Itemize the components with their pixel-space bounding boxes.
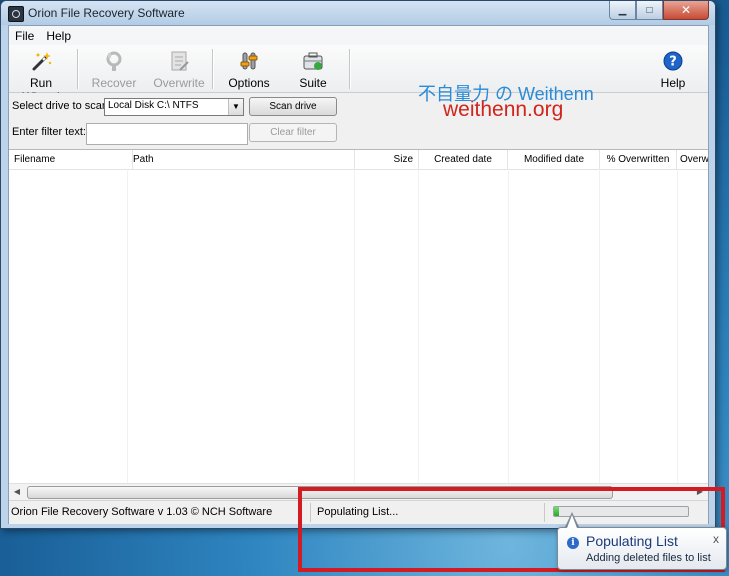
toolbar-separator: [212, 49, 214, 89]
menu-help[interactable]: Help: [40, 26, 77, 45]
column-filename[interactable]: Filename: [9, 150, 133, 169]
menu-file[interactable]: File: [9, 26, 40, 45]
svg-text:?: ?: [669, 55, 677, 70]
title-bar: Orion File Recovery Software ▁ □ ✕: [1, 1, 715, 25]
maximize-icon: □: [646, 4, 653, 16]
balloon-title: Populating List: [586, 533, 678, 549]
drive-select[interactable]: Local Disk C:\ NTFS ▼: [104, 98, 244, 116]
column-divider: [127, 169, 128, 484]
overwrite-icon: [171, 51, 189, 71]
suite-label: Suite: [299, 76, 327, 90]
status-version: Orion File Recovery Software v 1.03 © NC…: [11, 506, 273, 518]
column-divider: [354, 169, 355, 484]
menu-bar: File Help: [9, 26, 708, 45]
suite-icon: [303, 52, 323, 70]
close-icon: ✕: [680, 3, 692, 17]
close-button[interactable]: ✕: [663, 1, 709, 20]
scroll-left-icon[interactable]: ◀: [9, 484, 25, 500]
toolbar-separator: [349, 49, 351, 89]
minimize-button[interactable]: ▁: [609, 1, 636, 20]
balloon-tail-inner: [567, 515, 577, 528]
toolbar: Run Wizard Recover Overwr: [9, 45, 708, 104]
column-overwrite[interactable]: Overw: [678, 150, 708, 169]
filter-label: Enter filter text:: [12, 126, 86, 138]
balloon-text: Adding deleted files to list: [586, 552, 711, 564]
client-area: File Help Run Wizard: [8, 25, 709, 524]
help-button[interactable]: ? Help: [642, 48, 704, 90]
overwrite-button[interactable]: Overwrite: [148, 48, 210, 90]
drive-label: Select drive to scan:: [12, 100, 112, 112]
options-icon: [240, 52, 258, 70]
app-icon: [8, 6, 24, 22]
column-divider: [677, 169, 678, 484]
column-overwritten[interactable]: % Overwritten: [600, 150, 677, 169]
column-divider: [599, 169, 600, 484]
column-divider: [508, 169, 509, 484]
maximize-button[interactable]: □: [636, 1, 663, 20]
notification-balloon[interactable]: i Populating List Adding deleted files t…: [557, 527, 727, 570]
recover-icon: [106, 51, 122, 71]
scan-drive-button[interactable]: Scan drive: [249, 97, 337, 116]
app-window: Orion File Recovery Software ▁ □ ✕ File …: [0, 0, 716, 529]
toolbar-separator: [77, 49, 79, 89]
wand-icon: [32, 52, 52, 71]
drive-select-value: Local Disk C:\ NTFS: [108, 100, 199, 111]
suite-button[interactable]: Suite: [282, 48, 344, 90]
help-icon: ?: [663, 51, 683, 71]
column-size[interactable]: Size: [355, 150, 419, 169]
column-divider: [418, 169, 419, 484]
minimize-icon: ▁: [618, 4, 627, 16]
options-label: Options: [228, 76, 270, 90]
list-header: Filename Path Size Created date Modified…: [9, 150, 708, 170]
column-path[interactable]: Path: [133, 150, 355, 169]
chevron-down-icon: ▼: [228, 99, 243, 115]
column-modified-date[interactable]: Modified date: [509, 150, 600, 169]
file-list[interactable]: Filename Path Size Created date Modified…: [9, 149, 708, 484]
recover-button[interactable]: Recover: [83, 48, 145, 90]
overwrite-label: Overwrite: [153, 76, 205, 90]
recover-label: Recover: [91, 76, 137, 90]
scan-controls: Select drive to scan: Local Disk C:\ NTF…: [9, 93, 708, 147]
watermark-url: weithenn.org: [443, 98, 564, 121]
clear-filter-button[interactable]: Clear filter: [249, 123, 337, 142]
help-label: Help: [660, 76, 686, 90]
info-icon: i: [567, 537, 579, 549]
window-title: Orion File Recovery Software: [28, 6, 185, 20]
run-wizard-button[interactable]: Run Wizard: [10, 48, 72, 104]
balloon-close-icon[interactable]: x: [713, 532, 719, 546]
window-buttons: ▁ □ ✕: [609, 1, 709, 20]
column-created-date[interactable]: Created date: [419, 150, 508, 169]
filter-input[interactable]: [86, 123, 248, 145]
options-button[interactable]: Options: [218, 48, 280, 90]
